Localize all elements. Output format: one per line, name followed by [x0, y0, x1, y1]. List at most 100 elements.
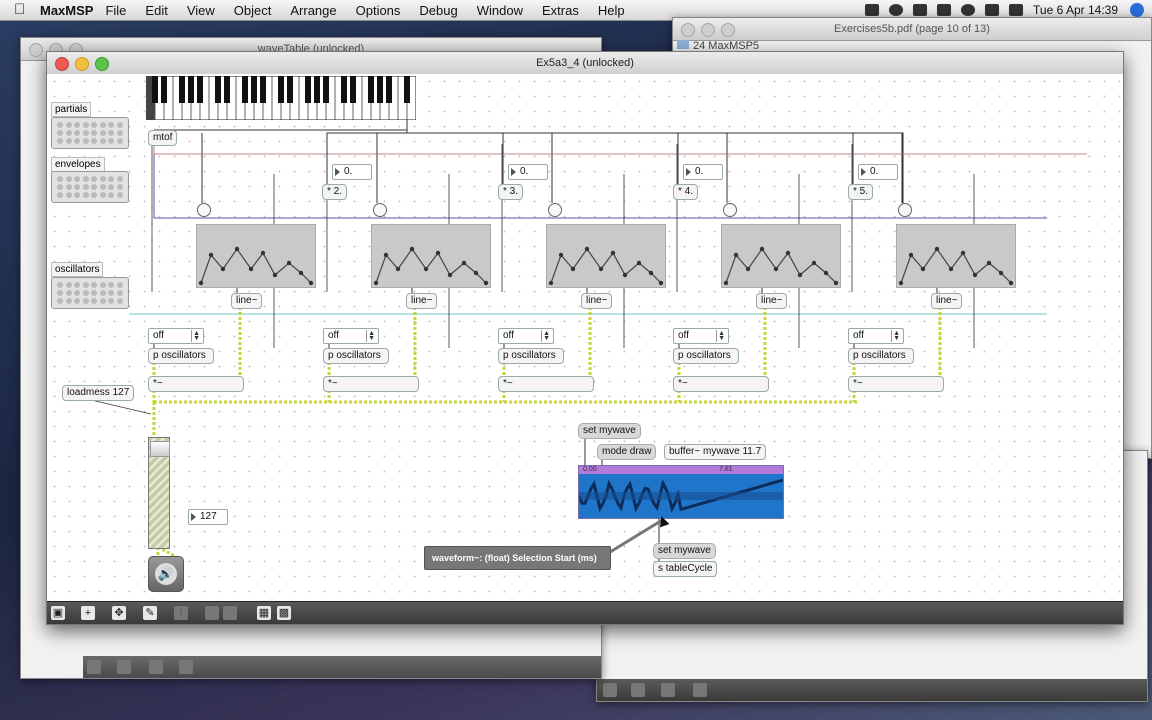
matrix-cell[interactable] — [74, 184, 80, 190]
menu-arrange[interactable]: Arrange — [290, 3, 336, 18]
matrix-cell[interactable] — [65, 122, 72, 128]
matrix-cell[interactable] — [74, 282, 80, 288]
oscillators-subpatch[interactable]: p oscillators — [848, 348, 914, 364]
pdf-window-title[interactable]: Exercises5b.pdf (page 10 of 13) — [673, 18, 1151, 41]
move-icon[interactable]: ✥ — [112, 606, 126, 620]
matrix-cell[interactable] — [74, 122, 80, 128]
envelopes-matrix[interactable] — [51, 171, 129, 203]
sync-icon[interactable] — [889, 4, 904, 16]
gate-toggle[interactable] — [548, 203, 562, 217]
matrix-cell[interactable] — [57, 184, 63, 190]
snap-icon[interactable]: ▩ — [277, 606, 291, 620]
multiply-object[interactable]: * 5. — [848, 184, 874, 200]
matrix-cell[interactable] — [116, 176, 123, 182]
minimize-icon[interactable] — [75, 57, 89, 71]
patcher-canvas[interactable]: partials envelopes oscillators mtof * 2.… — [47, 74, 1123, 602]
ezdac[interactable]: 🔊 — [148, 556, 184, 592]
app-menu[interactable]: MaxMSP — [40, 3, 93, 18]
matrix-cell[interactable] — [74, 176, 80, 182]
matrix-cell[interactable] — [57, 290, 63, 296]
matrix-cell[interactable] — [116, 192, 123, 198]
menu-debug[interactable]: Debug — [419, 3, 457, 18]
matrix-cell[interactable] — [116, 290, 123, 296]
matrix-cell[interactable] — [108, 290, 114, 296]
gain-number-box[interactable]: 127 — [188, 509, 228, 525]
matrix-cell[interactable] — [57, 130, 63, 136]
menu-help[interactable]: Help — [598, 3, 625, 18]
signal-multiply-object[interactable]: *~ — [498, 376, 594, 392]
matrix-cell[interactable] — [57, 138, 63, 144]
loadmess-object[interactable]: loadmess 127 — [62, 385, 135, 401]
matrix-cell[interactable] — [82, 192, 89, 198]
grid-icon[interactable]: ▦ — [257, 606, 271, 620]
matrix-cell[interactable] — [82, 298, 89, 304]
matrix-cell[interactable] — [91, 184, 97, 190]
presentation-icon[interactable] — [179, 660, 193, 674]
matrix-cell[interactable] — [91, 282, 97, 288]
waveform-menu[interactable]: off ▲ ▼ — [148, 328, 204, 344]
add-icon[interactable]: + — [81, 606, 95, 620]
number-box[interactable]: 0. — [858, 164, 898, 180]
group-icon[interactable] — [205, 606, 219, 620]
matrix-cell[interactable] — [116, 130, 123, 136]
matrix-cell[interactable] — [91, 138, 97, 144]
matrix-cell[interactable] — [82, 130, 89, 136]
close-icon[interactable] — [681, 23, 695, 37]
add-icon[interactable] — [117, 660, 131, 674]
oscillators-subpatch[interactable]: p oscillators — [323, 348, 389, 364]
matrix-cell[interactable] — [65, 298, 72, 304]
zoom-icon[interactable] — [95, 57, 109, 71]
signal-multiply-object[interactable]: *~ — [323, 376, 419, 392]
menu-extras[interactable]: Extras — [542, 3, 579, 18]
waveform-menu[interactable]: off ▲ ▼ — [323, 328, 379, 344]
matrix-cell[interactable] — [99, 138, 106, 144]
clock-icon[interactable] — [631, 683, 645, 697]
oscillators-subpatch[interactable]: p oscillators — [148, 348, 214, 364]
menu-window[interactable]: Window — [477, 3, 523, 18]
envelope-function[interactable] — [546, 224, 666, 288]
line-object[interactable]: line~ — [231, 293, 263, 309]
volume-icon[interactable] — [961, 4, 976, 16]
time-machine-icon[interactable] — [913, 4, 928, 16]
gain-slider[interactable] — [148, 437, 170, 549]
matrix-cell[interactable] — [91, 130, 97, 136]
matrix-cell[interactable] — [74, 298, 80, 304]
number-box[interactable]: 0. — [508, 164, 548, 180]
presentation-icon[interactable]: ✎ — [143, 606, 157, 620]
number-box[interactable]: 0. — [683, 164, 723, 180]
envelope-function[interactable] — [371, 224, 491, 288]
matrix-cell[interactable] — [108, 122, 114, 128]
envelope-function[interactable] — [196, 224, 316, 288]
oscillators-matrix[interactable] — [51, 277, 129, 309]
matrix-cell[interactable] — [65, 138, 72, 144]
oscillators-subpatch[interactable]: p oscillators — [673, 348, 739, 364]
matrix-cell[interactable] — [108, 130, 114, 136]
waveform-display[interactable]: 0.00 7.81 — [578, 465, 784, 519]
close-icon[interactable] — [55, 57, 69, 71]
matrix-cell[interactable] — [99, 298, 106, 304]
matrix-cell[interactable] — [116, 138, 123, 144]
matrix-cell[interactable] — [99, 122, 106, 128]
menu-file[interactable]: File — [105, 3, 126, 18]
waveform-menu[interactable]: off ▲ ▼ — [848, 328, 904, 344]
gate-toggle[interactable] — [197, 203, 211, 217]
matrix-cell[interactable] — [57, 176, 63, 182]
matrix-cell[interactable] — [65, 130, 72, 136]
matrix-cell[interactable] — [116, 184, 123, 190]
menu-options[interactable]: Options — [356, 3, 401, 18]
matrix-cell[interactable] — [108, 298, 114, 304]
zoom-icon[interactable] — [721, 23, 735, 37]
wifi-icon[interactable] — [985, 4, 1000, 16]
multiply-object[interactable]: * 4. — [673, 184, 699, 200]
set-mywave-message[interactable]: set mywave — [578, 423, 641, 439]
matrix-cell[interactable] — [74, 130, 80, 136]
gain-slider-knob[interactable] — [150, 441, 170, 457]
info-icon[interactable]: i — [174, 606, 188, 620]
matrix-cell[interactable] — [82, 290, 89, 296]
matrix-cell[interactable] — [57, 282, 63, 288]
spotlight-icon[interactable] — [1130, 3, 1144, 17]
menu-view[interactable]: View — [187, 3, 215, 18]
waveform-menu[interactable]: off ▲ ▼ — [498, 328, 554, 344]
signal-multiply-object[interactable]: *~ — [673, 376, 769, 392]
matrix-cell[interactable] — [82, 282, 89, 288]
